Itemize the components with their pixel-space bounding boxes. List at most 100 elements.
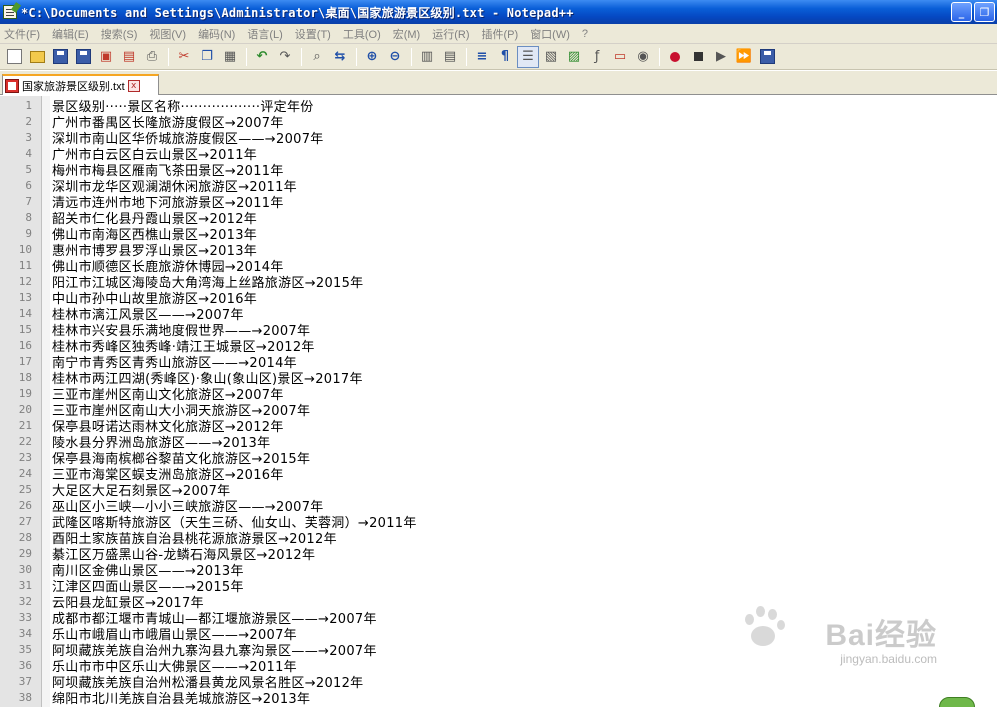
sync-vertical-icon[interactable]: ▥ — [416, 46, 438, 68]
monitor-icon[interactable]: ◉ — [632, 46, 654, 68]
line-number: 35 — [18, 642, 32, 656]
redo-icon[interactable]: ↷ — [274, 46, 296, 68]
doc-map-icon[interactable]: ▨ — [563, 46, 585, 68]
line-number: 11 — [18, 258, 32, 272]
line-number: 36 — [18, 658, 32, 672]
minimize-button[interactable]: _ — [951, 2, 972, 22]
line-number: 12 — [18, 274, 32, 288]
tab-label: 国家旅游景区级别.txt — [22, 80, 125, 93]
window-controls: _ ❐ — [951, 2, 995, 22]
line-number: 5 — [25, 162, 32, 176]
line-number: 18 — [18, 370, 32, 384]
line-number: 2 — [25, 114, 32, 128]
editor-area[interactable]: 1 景区级别·····景区名称··················评定年份 2 广州市… — [0, 96, 997, 707]
save-icon[interactable] — [49, 46, 71, 68]
line-number: 15 — [18, 322, 32, 336]
zoom-in-icon[interactable]: ⊕ — [361, 46, 383, 68]
line-number: 29 — [18, 546, 32, 560]
line-number: 1 — [25, 98, 32, 112]
new-file-icon[interactable] — [3, 46, 25, 68]
save-all-icon[interactable] — [72, 46, 94, 68]
word-wrap-icon[interactable]: ≡ — [471, 46, 493, 68]
undo-icon[interactable]: ↶ — [251, 46, 273, 68]
line-number: 19 — [18, 386, 32, 400]
save-macro-icon[interactable] — [756, 46, 778, 68]
line-number: 38 — [18, 690, 32, 704]
replace-icon[interactable]: ⇆ — [329, 46, 351, 68]
run-macro-multiple-icon[interactable]: ⏩ — [733, 46, 755, 68]
close-all-icon[interactable]: ▤ — [118, 46, 140, 68]
line-number: 27 — [18, 514, 32, 528]
line-number: 3 — [25, 130, 32, 144]
line-number: 34 — [18, 626, 32, 640]
editor-line[interactable]: 38 绵阳市北川羌族自治县羌城旅游区→2013年 — [0, 688, 997, 707]
line-text[interactable]: 绵阳市北川羌族自治县羌城旅游区→2013年 — [52, 688, 310, 707]
menu-settings[interactable]: 设置(T) — [295, 26, 337, 42]
indent-guide-icon[interactable]: ☰ — [517, 45, 539, 68]
line-number: 32 — [18, 594, 32, 608]
paste-icon[interactable]: ▦ — [219, 46, 241, 68]
udl-icon[interactable]: ▧ — [540, 46, 562, 68]
title-bar: *C:\Documents and Settings\Administrator… — [0, 0, 997, 24]
menu-macro[interactable]: 宏(M) — [393, 26, 427, 42]
menu-edit[interactable]: 编辑(E) — [52, 26, 95, 42]
menu-language[interactable]: 语言(L) — [247, 26, 288, 42]
line-number: 16 — [18, 338, 32, 352]
window-title: *C:\Documents and Settings\Administrator… — [21, 5, 574, 20]
line-number: 10 — [18, 242, 32, 256]
tab-close-icon[interactable]: x — [127, 79, 140, 92]
notepadpp-app-icon[interactable] — [3, 5, 17, 19]
record-macro-icon[interactable] — [664, 46, 686, 68]
find-icon[interactable]: ⌕ — [306, 46, 328, 68]
menu-window[interactable]: 窗口(W) — [530, 26, 576, 42]
menu-encoding[interactable]: 编码(N) — [198, 26, 241, 42]
line-number: 20 — [18, 402, 32, 416]
line-number: 26 — [18, 498, 32, 512]
toolbar-separator — [246, 47, 247, 66]
line-number: 9 — [25, 226, 32, 240]
line-number: 37 — [18, 674, 32, 688]
line-number: 6 — [25, 178, 32, 192]
menu-plugins[interactable]: 插件(P) — [482, 26, 525, 42]
tab-document[interactable]: 国家旅游景区级别.txt x — [2, 74, 159, 95]
stop-record-icon[interactable] — [687, 46, 709, 68]
line-number: 24 — [18, 466, 32, 480]
menu-file[interactable]: 文件(F) — [4, 26, 46, 42]
line-number: 33 — [18, 610, 32, 624]
line-number: 23 — [18, 450, 32, 464]
folder-workspace-icon[interactable]: ▭ — [609, 46, 631, 68]
cut-icon[interactable]: ✂ — [173, 46, 195, 68]
play-macro-icon[interactable]: ▶ — [710, 46, 732, 68]
line-number: 14 — [18, 306, 32, 320]
menu-view[interactable]: 视图(V) — [149, 26, 192, 42]
line-number: 22 — [18, 434, 32, 448]
tab-bar: 国家旅游景区级别.txt x — [0, 71, 997, 95]
close-icon[interactable]: ▣ — [95, 46, 117, 68]
toolbar-separator — [411, 47, 412, 66]
line-number: 21 — [18, 418, 32, 432]
line-number: 7 — [25, 194, 32, 208]
print-icon[interactable]: ⎙ — [141, 46, 163, 68]
show-all-chars-icon[interactable]: ¶ — [494, 46, 516, 68]
copy-icon[interactable]: ❐ — [196, 46, 218, 68]
line-number: 25 — [18, 482, 32, 496]
toolbar: ▣ ▤ ⎙ ✂ ❐ ▦ ↶ ↷ ⌕ ⇆ ⊕ ⊖ ▥ ▤ ≡ ¶ ☰ ▧ ▨ ƒ … — [0, 44, 997, 70]
menu-help[interactable]: ? — [582, 28, 594, 40]
line-number: 31 — [18, 578, 32, 592]
toolbar-separator — [659, 47, 660, 66]
unsaved-file-icon — [5, 78, 19, 93]
menu-tools[interactable]: 工具(O) — [343, 26, 387, 42]
text-lines[interactable]: 1 景区级别·····景区名称··················评定年份 2 广州市… — [0, 97, 997, 707]
toolbar-separator — [356, 47, 357, 66]
open-file-icon[interactable] — [26, 46, 48, 68]
sync-horizontal-icon[interactable]: ▤ — [439, 46, 461, 68]
line-number: 4 — [25, 146, 32, 160]
line-number: 13 — [18, 290, 32, 304]
zoom-out-icon[interactable]: ⊖ — [384, 46, 406, 68]
line-number: 17 — [18, 354, 32, 368]
menu-run[interactable]: 运行(R) — [432, 26, 475, 42]
function-list-icon[interactable]: ƒ — [586, 46, 608, 68]
line-number: 30 — [18, 562, 32, 576]
restore-button[interactable]: ❐ — [974, 2, 995, 22]
menu-search[interactable]: 搜索(S) — [101, 26, 144, 42]
